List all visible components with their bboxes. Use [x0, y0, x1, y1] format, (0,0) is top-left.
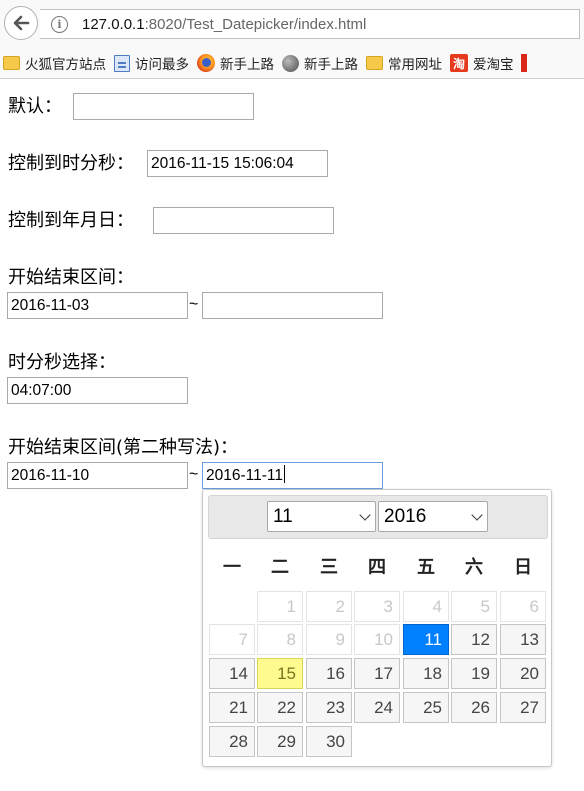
- range1-separator: ~: [189, 296, 199, 313]
- calendar-day: 7: [209, 624, 255, 655]
- month-select-value: 11: [273, 506, 293, 527]
- calendar-day: 9: [306, 624, 352, 655]
- text-caret: [284, 465, 285, 483]
- range2-start-input[interactable]: 2016-11-10: [7, 462, 188, 489]
- weekday-header: 五: [417, 557, 435, 578]
- bookmark-label: 爱淘宝: [473, 57, 514, 73]
- calendar-day[interactable]: 25: [403, 692, 449, 723]
- calendar-day[interactable]: 18: [403, 658, 449, 689]
- weekday-header: 六: [465, 557, 483, 578]
- chevron-down-icon: [359, 509, 371, 521]
- bookmark-most-visited[interactable]: 访问最多: [111, 51, 193, 75]
- range1-end-input[interactable]: [202, 292, 383, 319]
- calendar-day: 8: [257, 624, 303, 655]
- datetime-input[interactable]: 2016-11-15 15:06:04: [147, 150, 328, 177]
- chevron-down-icon: [471, 509, 483, 521]
- globe-icon: [282, 54, 299, 72]
- calendar-day[interactable]: 17: [354, 658, 400, 689]
- back-arrow-icon: [13, 15, 30, 31]
- calendar-day: 3: [354, 591, 400, 622]
- bookmark-label: 火狐官方站点: [25, 57, 106, 73]
- browser-navbar: i 127.0.0.1:8020/Test_Datepicker/index.h…: [0, 0, 584, 48]
- bookmark-firefox-official[interactable]: 火狐官方站点: [0, 51, 110, 75]
- calendar-day[interactable]: 24: [354, 692, 400, 723]
- range1-start-input[interactable]: 2016-11-03: [7, 292, 188, 319]
- bookmark-taobao[interactable]: 淘 爱淘宝: [447, 51, 518, 75]
- taobao-icon: 淘: [450, 54, 468, 72]
- calendar-day[interactable]: 27: [500, 692, 546, 723]
- folder-icon: [3, 56, 20, 70]
- calendar-day[interactable]: 22: [257, 692, 303, 723]
- site-info-icon[interactable]: i: [51, 15, 68, 33]
- weekday-header: 一: [223, 557, 241, 578]
- range2-label: 开始结束区间(第二种写法)：: [8, 437, 239, 458]
- calendar-day[interactable]: 30: [306, 726, 352, 757]
- url-bar[interactable]: i 127.0.0.1:8020/Test_Datepicker/index.h…: [40, 9, 580, 39]
- calendar-day[interactable]: 14: [209, 658, 255, 689]
- bookmark-label: 新手上路: [304, 57, 358, 73]
- calendar-day: 6: [500, 591, 546, 622]
- weekday-header: 三: [320, 557, 338, 578]
- calendar-day-selected[interactable]: 11: [403, 624, 449, 655]
- page-icon: [114, 54, 130, 72]
- time-label: 时分秒选择：: [8, 352, 116, 373]
- calendar-day[interactable]: 12: [451, 624, 497, 655]
- calendar-day: 4: [403, 591, 449, 622]
- weekday-header: 日: [514, 557, 532, 578]
- calendar-day: 2: [306, 591, 352, 622]
- calendar-day[interactable]: 21: [209, 692, 255, 723]
- range1-label: 开始结束区间：: [8, 267, 134, 288]
- weekday-header: 四: [368, 557, 386, 578]
- folder-icon: [366, 56, 383, 70]
- month-select[interactable]: 11: [267, 501, 376, 532]
- time-input[interactable]: 04:07:00: [7, 377, 188, 404]
- range2-end-value: 2016-11-11: [206, 467, 283, 484]
- calendar-day: 10: [354, 624, 400, 655]
- bookmark-label: 新手上路: [220, 57, 274, 73]
- date-label: 控制到年月日：: [8, 210, 134, 231]
- default-date-input[interactable]: [73, 93, 254, 120]
- url-text: 127.0.0.1:8020/Test_Datepicker/index.htm…: [82, 15, 367, 33]
- calendar-day[interactable]: 28: [209, 726, 255, 757]
- firefox-icon: [197, 54, 215, 72]
- bookmark-getting-started-1[interactable]: 新手上路: [194, 51, 278, 75]
- bookmark-label: 访问最多: [135, 57, 189, 73]
- weekday-header: 二: [271, 557, 289, 578]
- overflow-bookmark-icon[interactable]: [520, 54, 527, 72]
- back-button[interactable]: [4, 6, 38, 40]
- calendar-day[interactable]: 13: [500, 624, 546, 655]
- calendar-day-today[interactable]: 15: [257, 658, 303, 689]
- year-select-value: 2016: [384, 506, 427, 527]
- calendar-day[interactable]: 20: [500, 658, 546, 689]
- bookmarks-toolbar: 火狐官方站点 访问最多 新手上路 新手上路 常用网址 淘 爱淘宝: [0, 48, 584, 79]
- range2-separator: ~: [189, 466, 199, 483]
- bookmark-getting-started-2[interactable]: 新手上路: [279, 51, 362, 75]
- default-label: 默认：: [8, 96, 62, 117]
- calendar-day[interactable]: 16: [306, 658, 352, 689]
- date-input[interactable]: [153, 207, 334, 234]
- calendar-day[interactable]: 26: [451, 692, 497, 723]
- calendar-day[interactable]: 29: [257, 726, 303, 757]
- calendar-day: 5: [451, 591, 497, 622]
- bookmark-common-sites[interactable]: 常用网址: [363, 51, 446, 75]
- calendar-day[interactable]: 19: [451, 658, 497, 689]
- datetime-label: 控制到时分秒：: [8, 153, 134, 174]
- calendar-day: 1: [257, 591, 303, 622]
- bookmark-label: 常用网址: [388, 57, 442, 73]
- year-select[interactable]: 2016: [378, 501, 488, 532]
- range2-end-input[interactable]: 2016-11-11: [202, 462, 383, 489]
- calendar-day[interactable]: 23: [306, 692, 352, 723]
